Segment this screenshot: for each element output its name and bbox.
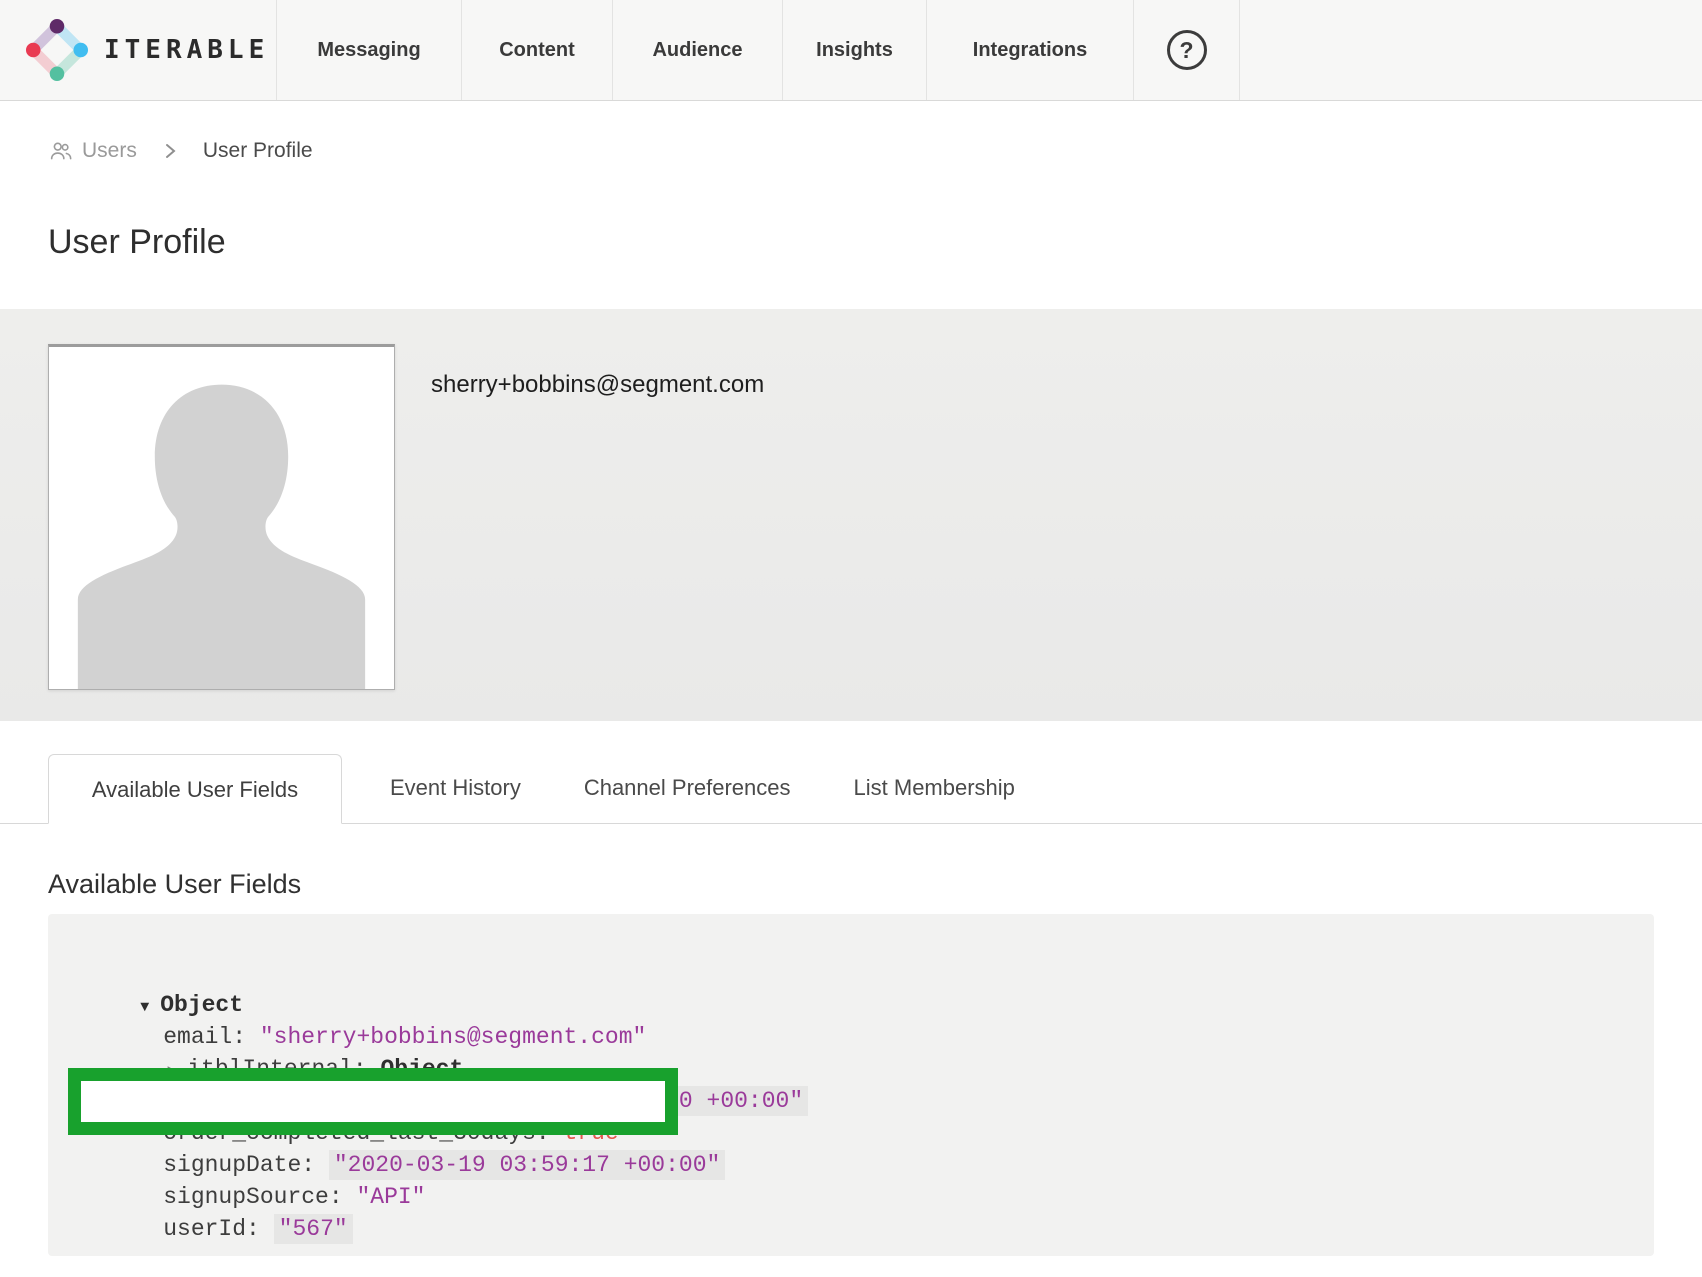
brand-logo[interactable]: ITERABLE bbox=[0, 0, 277, 100]
tab-event-history[interactable]: Event History bbox=[359, 753, 552, 823]
breadcrumb-current-label: User Profile bbox=[203, 139, 313, 163]
user-email: sherry+bobbins@segment.com bbox=[431, 371, 764, 399]
signupdate-value: "2020-03-19 03:59:17 +00:00" bbox=[329, 1150, 725, 1180]
nav-item-integrations[interactable]: Integrations bbox=[927, 0, 1134, 100]
userid-value: "567" bbox=[274, 1214, 353, 1244]
breadcrumb-users-link[interactable]: Users bbox=[48, 138, 137, 164]
profile-hero: sherry+bobbins@segment.com bbox=[0, 309, 1702, 721]
help-menu[interactable]: ? bbox=[1134, 0, 1240, 100]
page-title: User Profile bbox=[48, 223, 1702, 262]
iterable-logo-icon bbox=[24, 17, 90, 83]
nav-item-messaging[interactable]: Messaging bbox=[277, 0, 462, 100]
signupsource-value: "API" bbox=[356, 1184, 425, 1210]
json-root-label: Object bbox=[160, 992, 243, 1018]
email-value: "sherry+bobbins@segment.com" bbox=[260, 1024, 646, 1050]
nav-item-insights[interactable]: Insights bbox=[783, 0, 927, 100]
collapse-triangle-icon[interactable]: ▼ bbox=[140, 992, 160, 1024]
json-row-email: email: "sherry+bobbins@segment.com" bbox=[48, 989, 1654, 1021]
breadcrumb: Users User Profile bbox=[48, 137, 1702, 165]
top-navigation: ITERABLE Messaging Content Audience Insi… bbox=[0, 0, 1702, 101]
json-root-row: ▼Object bbox=[48, 957, 1654, 989]
help-icon[interactable]: ? bbox=[1167, 30, 1207, 70]
avatar bbox=[48, 344, 395, 690]
tab-channel-preferences[interactable]: Channel Preferences bbox=[553, 753, 822, 823]
brand-name: ITERABLE bbox=[104, 35, 269, 65]
order-completed-value: true bbox=[564, 1120, 619, 1146]
chevron-right-icon bbox=[163, 141, 177, 161]
users-icon bbox=[48, 138, 74, 164]
nav-item-audience[interactable]: Audience bbox=[613, 0, 783, 100]
user-fields-json-viewer: ▼Object email: "sherry+bobbins@segment.c… bbox=[48, 914, 1654, 1256]
json-row-order-completed: order_completed_last_30days: true bbox=[48, 1085, 1654, 1117]
tab-list-membership[interactable]: List Membership bbox=[823, 753, 1046, 823]
profile-tabs: Available User Fields Event History Chan… bbox=[0, 753, 1702, 824]
section-heading: Available User Fields bbox=[48, 869, 1702, 900]
tab-available-user-fields[interactable]: Available User Fields bbox=[48, 754, 342, 824]
breadcrumb-parent-label: Users bbox=[82, 139, 137, 163]
nav-item-content[interactable]: Content bbox=[462, 0, 613, 100]
